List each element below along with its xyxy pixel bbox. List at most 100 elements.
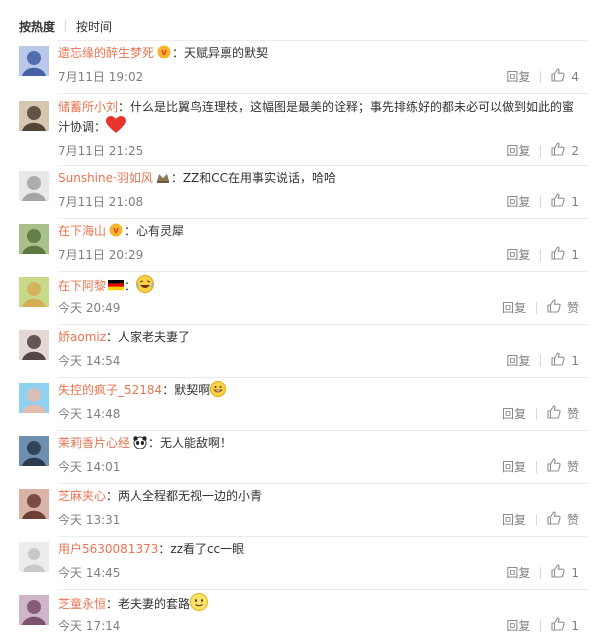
comment-actions: 回复 1 bbox=[506, 246, 579, 263]
comment-actions: 回复 4 bbox=[506, 68, 579, 85]
comment-time: 今天 14:48 bbox=[58, 407, 121, 421]
like-count: 4 bbox=[571, 69, 579, 84]
reply-button[interactable]: 回复 bbox=[506, 142, 530, 159]
user-avatar[interactable] bbox=[19, 46, 49, 76]
comment-body: 用户5630081373：zz看了cc一眼 bbox=[58, 540, 582, 558]
comment-text: ：人家老夫妻了 bbox=[106, 330, 191, 344]
user-avatar[interactable] bbox=[19, 542, 49, 572]
user-avatar[interactable] bbox=[19, 171, 49, 201]
thumbs-up-icon bbox=[551, 193, 571, 210]
like-button[interactable]: 1 bbox=[551, 564, 579, 581]
like-button[interactable]: 赞 bbox=[547, 511, 579, 528]
comment-text: ：心有灵犀 bbox=[124, 224, 185, 238]
comment-text: ：老夫妻的套路 bbox=[106, 597, 191, 611]
like-count: 1 bbox=[571, 353, 579, 368]
like-count: 1 bbox=[571, 194, 579, 209]
user-avatar[interactable] bbox=[19, 277, 49, 307]
reply-button[interactable]: 回复 bbox=[502, 405, 526, 422]
comment-time: 7月11日 21:08 bbox=[58, 195, 144, 209]
comment-time: 今天 20:49 bbox=[58, 301, 121, 315]
user-avatar[interactable] bbox=[19, 383, 49, 413]
thumbs-up-icon bbox=[551, 246, 571, 263]
thumbs-up-icon bbox=[547, 299, 567, 316]
comment-actions: 回复 1 bbox=[506, 564, 579, 581]
like-button[interactable]: 1 bbox=[551, 246, 579, 263]
reply-button[interactable]: 回复 bbox=[506, 564, 530, 581]
comment-divider bbox=[58, 40, 589, 41]
reply-button[interactable]: 回复 bbox=[506, 617, 530, 634]
comment-body: 在下阿黎 ： bbox=[58, 275, 582, 295]
comment-actions: 回复 赞 bbox=[502, 405, 579, 422]
like-button[interactable]: 赞 bbox=[547, 405, 579, 422]
like-button[interactable]: 赞 bbox=[547, 458, 579, 475]
like-button[interactable]: 4 bbox=[551, 68, 579, 85]
comment-time: 今天 17:14 bbox=[58, 619, 121, 633]
comment-username[interactable]: 遗忘缘的醉生梦死 bbox=[58, 46, 154, 60]
like-count: 1 bbox=[571, 247, 579, 262]
user-avatar[interactable] bbox=[19, 595, 49, 625]
reply-button[interactable]: 回复 bbox=[502, 299, 526, 316]
comment-username[interactable]: Sunshine·羽如风 bbox=[58, 171, 153, 185]
like-button[interactable]: 赞 bbox=[547, 299, 579, 316]
comment-username[interactable]: 在下阿黎 bbox=[58, 279, 106, 293]
thumbs-up-icon bbox=[551, 142, 571, 159]
comment-username[interactable]: 茉莉香片心经 bbox=[58, 436, 130, 450]
like-button[interactable]: 1 bbox=[551, 617, 579, 634]
comment-item: 用户5630081373：zz看了cc一眼 今天 14:45 回复 1 bbox=[0, 536, 598, 589]
action-divider bbox=[540, 248, 542, 261]
sort-bar: 按热度 按时间 bbox=[19, 14, 112, 38]
comment-divider bbox=[58, 271, 589, 272]
thumbs-up-icon bbox=[551, 68, 571, 85]
like-count: 1 bbox=[571, 565, 579, 580]
comment-text: ：天赋异禀的默契 bbox=[172, 46, 269, 60]
user-avatar[interactable] bbox=[19, 224, 49, 254]
comment-username[interactable]: 用户5630081373 bbox=[58, 542, 158, 556]
sort-by-hot-tab[interactable]: 按热度 bbox=[19, 18, 55, 35]
reply-button[interactable]: 回复 bbox=[506, 193, 530, 210]
reply-button[interactable]: 回复 bbox=[502, 511, 526, 528]
like-button[interactable]: 2 bbox=[551, 142, 579, 159]
comment-username[interactable]: 娇aomiz bbox=[58, 330, 106, 344]
action-divider bbox=[540, 354, 542, 367]
comment-username[interactable]: 在下海山 bbox=[58, 224, 106, 238]
comment-actions: 回复 1 bbox=[506, 617, 579, 634]
reply-button[interactable]: 回复 bbox=[506, 352, 530, 369]
thumbs-up-icon bbox=[547, 458, 567, 475]
comment-username[interactable]: 芝麻夹心 bbox=[58, 489, 106, 503]
sort-by-time-tab[interactable]: 按时间 bbox=[76, 18, 112, 35]
like-button[interactable]: 1 bbox=[551, 352, 579, 369]
comment-actions: 回复 1 bbox=[506, 193, 579, 210]
reply-button[interactable]: 回复 bbox=[506, 68, 530, 85]
comment-actions: 回复 2 bbox=[506, 142, 579, 159]
comment-item: Sunshine·羽如风 ：ZZ和CC在用事实说话，哈哈 7月11日 21:08 … bbox=[0, 165, 598, 218]
comment-body: 在下海山 V ：心有灵犀 bbox=[58, 222, 582, 240]
comment-item: 遗忘缘的醉生梦死 V ：天赋异禀的默契 7月11日 19:02 回复 4 bbox=[0, 40, 598, 93]
user-avatar[interactable] bbox=[19, 330, 49, 360]
comment-text: ：ZZ和CC在用事实说话，哈哈 bbox=[170, 171, 337, 185]
like-count: 2 bbox=[571, 143, 579, 158]
like-button[interactable]: 1 bbox=[551, 193, 579, 210]
grin-emoji-icon bbox=[210, 381, 227, 397]
comment-text: ：什么是比翼鸟连理枝，这幅图是最美的诠释；事先排练好的都未必可以做到如此的蜜汁协… bbox=[58, 100, 575, 134]
comment-username[interactable]: 储蓄所小刘 bbox=[58, 100, 118, 114]
vip-badge: V bbox=[106, 223, 124, 238]
comment-divider bbox=[58, 324, 589, 325]
reply-button[interactable]: 回复 bbox=[506, 246, 530, 263]
comment-time: 7月11日 19:02 bbox=[58, 70, 144, 84]
user-avatar[interactable] bbox=[19, 101, 49, 131]
reply-button[interactable]: 回复 bbox=[502, 458, 526, 475]
comment-divider bbox=[58, 483, 589, 484]
comment-time: 今天 14:01 bbox=[58, 460, 121, 474]
action-divider bbox=[540, 566, 542, 579]
comment-item: 芝麻夹心：两人全程都无视一边的小青 今天 13:31 回复 赞 bbox=[0, 483, 598, 536]
comment-username[interactable]: 芝童永恒 bbox=[58, 597, 106, 611]
thumbs-up-icon bbox=[547, 405, 567, 422]
comment-body: Sunshine·羽如风 ：ZZ和CC在用事实说话，哈哈 bbox=[58, 169, 582, 187]
comment-username[interactable]: 失控的疯子_52184 bbox=[58, 383, 162, 397]
action-divider bbox=[540, 195, 542, 208]
comment-body: 娇aomiz：人家老夫妻了 bbox=[58, 328, 582, 346]
sort-divider bbox=[65, 20, 67, 32]
user-avatar[interactable] bbox=[19, 489, 49, 519]
user-avatar[interactable] bbox=[19, 436, 49, 466]
comment-body: 遗忘缘的醉生梦死 V ：天赋异禀的默契 bbox=[58, 44, 582, 62]
